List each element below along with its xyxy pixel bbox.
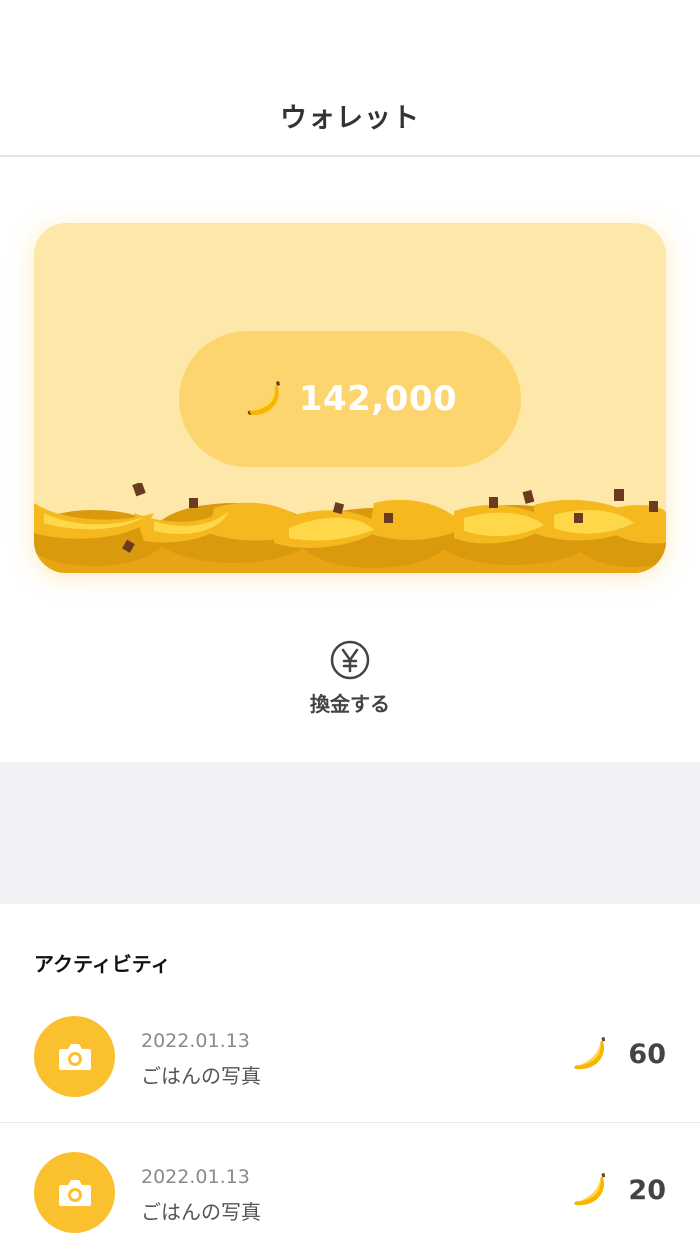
exchange-label: 換金する xyxy=(310,692,390,716)
balance-amount: 142,000 xyxy=(298,379,458,419)
yen-circle-icon xyxy=(330,640,370,680)
activity-avatar xyxy=(34,1016,115,1097)
camera-icon xyxy=(58,1043,91,1070)
activity-amount: 60 xyxy=(628,1038,666,1070)
activity-reward: 20 xyxy=(570,1170,666,1210)
section-divider-band xyxy=(0,762,700,904)
banana-pile-illustration xyxy=(34,483,666,573)
balance-pill: 142,000 xyxy=(179,331,521,467)
activity-avatar xyxy=(34,1152,115,1233)
activity-reward: 60 xyxy=(570,1034,666,1074)
banana-icon xyxy=(574,1036,606,1070)
wallet-card: 142,000 xyxy=(34,223,666,573)
page-title: ウォレット xyxy=(280,103,420,134)
activity-heading: アクティビティ xyxy=(34,952,171,976)
activity-date: 2022.01.13 xyxy=(141,1030,250,1052)
activity-amount: 20 xyxy=(628,1174,666,1206)
activity-description: ごはんの写真 xyxy=(141,1200,261,1224)
camera-icon xyxy=(58,1179,91,1206)
banana-icon xyxy=(574,1172,606,1206)
app-header: ウォレット xyxy=(0,0,700,157)
exchange-button[interactable]: 換金する xyxy=(250,640,450,717)
activity-list-item[interactable]: 2022.01.13 ごはんの写真 20 xyxy=(0,1124,700,1259)
activity-list-item[interactable]: 2022.01.13 ごはんの写真 60 xyxy=(0,988,700,1123)
activity-description: ごはんの写真 xyxy=(141,1064,261,1088)
banana-icon xyxy=(243,378,285,420)
activity-date: 2022.01.13 xyxy=(141,1166,250,1188)
